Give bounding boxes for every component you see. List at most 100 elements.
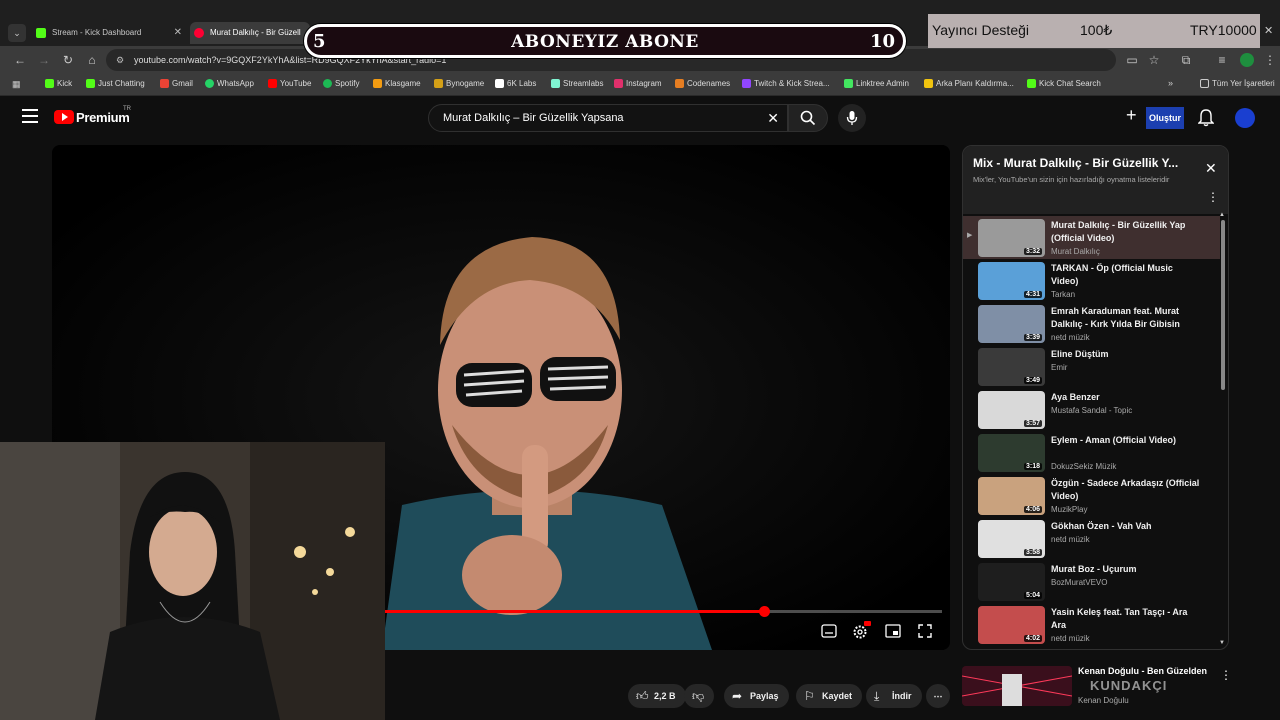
playlist-thumbnail[interactable]: 3:32 — [978, 219, 1045, 257]
playlist-item-title[interactable]: Eline Düştüm — [1051, 348, 1201, 361]
bookmark-bynogame[interactable]: Bynogame — [434, 79, 484, 88]
tab-kick-dashboard[interactable]: Stream - Kick Dashboard ✕ — [32, 22, 188, 44]
video-duration: 5:04 — [1023, 592, 1042, 599]
site-info-icon[interactable]: ⚙ — [116, 49, 124, 71]
bookmark-linktree[interactable]: Linktree Admin — [844, 79, 909, 88]
playlist-item[interactable]: 3:39 Emrah Karaduman feat. Murat Dalkılıç… — [963, 302, 1220, 345]
playlist-item[interactable]: 3:18 Eylem - Aman (Official Video) DokuzSe… — [963, 431, 1220, 474]
playlist-item-title[interactable]: Murat Dalkılıç - Bir Güzellik Yap (Offic… — [1051, 219, 1201, 245]
playlist-title[interactable]: Mix - Murat Dalkılıç - Bir Güzellik Y... — [973, 156, 1178, 170]
media-control-icon[interactable]: ≡ — [1214, 52, 1230, 68]
voice-search-button[interactable] — [838, 104, 866, 132]
search-input[interactable]: Murat Dalkılıç – Bir Güzellik Yapsana ✕ — [428, 104, 788, 132]
close-window-icon[interactable]: ✕ — [1264, 24, 1274, 37]
playlist-thumbnail[interactable]: 3:39 — [978, 305, 1045, 343]
apps-grid-icon[interactable]: ▦ — [12, 79, 21, 90]
playlist-thumbnail[interactable]: 4:06 — [978, 477, 1045, 515]
playlist-thumbnail[interactable]: 3:57 — [978, 391, 1045, 429]
more-actions-button[interactable]: ⋯ — [926, 684, 950, 708]
search-button[interactable] — [788, 104, 828, 132]
playlist-thumbnail[interactable]: 4:02 — [978, 606, 1045, 644]
bookmark-youtube[interactable]: YouTube — [268, 79, 311, 88]
bookmark-twitch-kick[interactable]: Twitch & Kick Strea... — [742, 79, 830, 88]
more-bookmarks-icon[interactable]: » — [1168, 78, 1173, 88]
hamburger-menu-icon[interactable] — [22, 109, 38, 123]
miniplayer-icon[interactable] — [884, 624, 902, 640]
playlist-item-title[interactable]: Aya Benzer — [1051, 391, 1201, 404]
bookmark-klasgame[interactable]: Klasgame — [373, 79, 421, 88]
playlist-thumbnail[interactable]: 3:58 — [978, 520, 1045, 558]
scroll-up-icon[interactable]: ▲ — [1219, 212, 1225, 218]
bookmark-arka-plan[interactable]: Arka Planı Kaldırma... — [924, 79, 1014, 88]
share-arrow-icon: ➦ — [732, 689, 743, 703]
playlist-item-title[interactable]: Yasin Keleş feat. Tan Taşçı - Ara Ara — [1051, 606, 1201, 632]
bookmark-whatsapp[interactable]: WhatsApp — [205, 79, 254, 88]
close-playlist-icon[interactable]: ✕ — [1205, 160, 1217, 177]
playlist-item[interactable]: 5:04 Murat Boz - Uçurum BozMuratVEVO — [963, 560, 1220, 603]
playlist-thumbnail[interactable]: 4:31 — [978, 262, 1045, 300]
playlist-item-title[interactable]: Emrah Karaduman feat. Murat Dalkılıç - K… — [1051, 305, 1201, 331]
account-avatar[interactable] — [1235, 108, 1255, 128]
install-app-icon[interactable]: ▭ — [1124, 52, 1140, 68]
playlist-item-title[interactable]: Gökhan Özen - Vah Vah — [1051, 520, 1201, 533]
download-button[interactable]: ⤓ İndir — [866, 684, 922, 708]
playlist-thumbnail[interactable]: 3:49 — [978, 348, 1045, 386]
close-tab-icon[interactable]: ✕ — [174, 22, 182, 44]
chrome-menu-icon[interactable]: ⋮ — [1262, 52, 1278, 68]
playlist-item-title[interactable]: Eylem - Aman (Official Video) — [1051, 434, 1201, 447]
clear-search-icon[interactable]: ✕ — [767, 105, 779, 131]
video-progress-bar[interactable] — [385, 606, 942, 617]
bookmark-6k-labs[interactable]: 6K Labs — [495, 79, 536, 88]
dislike-button[interactable]: 👎︎ — [684, 684, 714, 708]
recommended-video[interactable]: Kenan Doğulu - Ben Güzelden KUNDAKÇI Ken… — [962, 664, 1232, 720]
playlist-thumbnail[interactable]: 3:18 — [978, 434, 1045, 472]
bookmark-codenames[interactable]: Codenames — [675, 79, 730, 88]
all-bookmarks-folder[interactable]: Tüm Yer İşaretleri — [1200, 79, 1275, 88]
playlist-item[interactable]: 3:49 Eline Düştüm Emir — [963, 345, 1220, 388]
recommended-thumbnail[interactable] — [962, 666, 1072, 706]
playlist-item-channel: BozMuratVEVO — [1051, 578, 1108, 587]
home-icon[interactable]: ⌂ — [84, 52, 100, 68]
forward-icon[interactable]: → — [36, 52, 52, 68]
share-button[interactable]: ➦ Paylaş — [724, 684, 789, 708]
playlist-thumbnail[interactable]: 5:04 — [978, 563, 1045, 601]
back-icon[interactable]: ← — [12, 52, 28, 68]
fullscreen-icon[interactable] — [916, 624, 934, 640]
recommended-title[interactable]: Kenan Doğulu - Ben Güzelden — [1078, 666, 1207, 676]
bookmark-instagram[interactable]: Instagram — [614, 79, 662, 88]
like-button[interactable]: 👍︎ 2,2 B — [628, 684, 686, 708]
tab-search-button[interactable]: ⌄ — [8, 24, 26, 42]
extensions-icon[interactable]: ⧉ — [1178, 52, 1194, 68]
reload-icon[interactable]: ↻ — [60, 52, 76, 68]
playlist-item[interactable]: ▶ 3:32 Murat Dalkılıç - Bir Güzellik Yap (… — [963, 216, 1220, 259]
recommended-menu-icon[interactable]: ⋮ — [1220, 668, 1232, 682]
playlist-item-title[interactable]: Özgün - Sadece Arkadaşız (Official Video… — [1051, 477, 1201, 503]
goal-target: 10 — [869, 31, 895, 52]
bookmark-kick-chat-search[interactable]: Kick Chat Search — [1027, 79, 1101, 88]
profile-avatar[interactable] — [1240, 53, 1254, 67]
playlist-item-title[interactable]: TARKAN - Öp (Official Music Video) — [1051, 262, 1201, 288]
playlist-item[interactable]: 4:02 Yasin Keleş feat. Tan Taşçı - Ara Ar… — [963, 603, 1220, 646]
scroll-down-icon[interactable]: ▼ — [1219, 640, 1225, 646]
bookmark-just-chatting[interactable]: Just Chatting — [86, 79, 145, 88]
bookmark-gmail[interactable]: Gmail — [160, 79, 193, 88]
playlist-item[interactable]: 4:31 TARKAN - Öp (Official Music Video) Ta… — [963, 259, 1220, 302]
playlist-item[interactable]: 3:58 Gökhan Özen - Vah Vah netd müzik — [963, 517, 1220, 560]
playlist-menu-icon[interactable]: ⋮ — [1207, 190, 1219, 204]
bookmark-label: Tüm Yer İşaretleri — [1212, 79, 1275, 88]
video-scrubber-handle[interactable] — [758, 606, 770, 617]
playlist-item[interactable]: 4:06 Özgün - Sadece Arkadaşız (Official V… — [963, 474, 1220, 517]
playlist-item-title[interactable]: Murat Boz - Uçurum — [1051, 563, 1201, 576]
search-query: Murat Dalkılıç – Bir Güzellik Yapsana — [443, 112, 624, 124]
subtitles-icon[interactable] — [820, 624, 838, 640]
save-button[interactable]: ⚐ Kaydet — [796, 684, 863, 708]
bookmark-star-icon[interactable]: ☆ — [1146, 52, 1162, 68]
bookmark-spotify[interactable]: Spotify — [323, 79, 359, 88]
settings-gear-icon[interactable] — [851, 621, 871, 640]
playlist-scrollbar[interactable] — [1221, 220, 1225, 390]
notifications-bell-icon[interactable] — [1197, 109, 1215, 127]
tab-youtube-video[interactable]: Murat Dalkılıç - Bir Güzell — [190, 22, 310, 44]
playlist-item[interactable]: 3:57 Aya Benzer Mustafa Sandal - Topic — [963, 388, 1220, 431]
bookmark-kick[interactable]: Kick — [45, 79, 72, 88]
bookmark-streamlabs[interactable]: Streamlabs — [551, 79, 603, 88]
